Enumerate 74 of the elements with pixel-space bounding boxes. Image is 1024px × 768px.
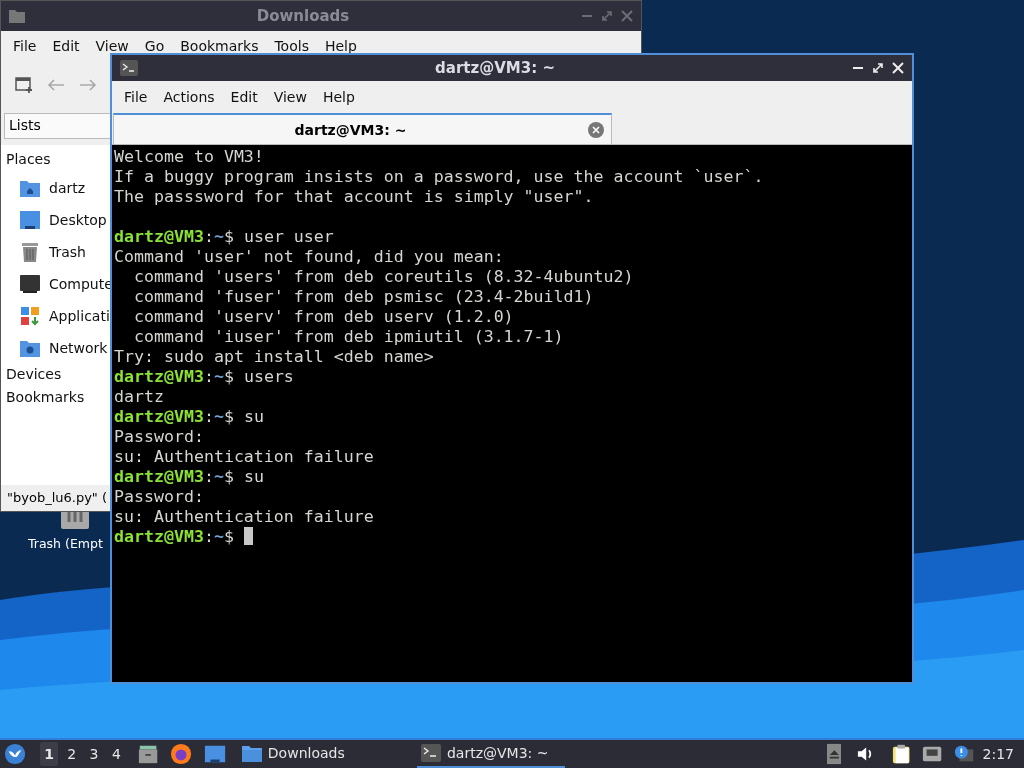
menu-item[interactable]: File xyxy=(116,88,156,105)
terminal-output-line: su: Authentication failure xyxy=(114,507,375,527)
window-title: Downloads xyxy=(255,7,351,25)
terminal-output-line: command 'iuser' from deb ipmiutil (3.1.7-1) xyxy=(132,327,565,347)
terminal-output-line: dartz xyxy=(114,387,165,407)
workspace-switcher-button[interactable]: 3 xyxy=(84,742,104,766)
terminal-prompt-line: dartz@VM3:~$ users xyxy=(114,367,295,387)
menu-item[interactable]: Tools xyxy=(266,38,317,54)
terminal-icon xyxy=(421,744,441,762)
workspace-switcher-button[interactable]: 2 xyxy=(62,742,81,766)
computer-icon xyxy=(19,274,41,294)
terminal-output-line: If a buggy program insists on a password, use the account `user`. xyxy=(114,167,765,187)
terminal-output-line: Welcome to VM3! xyxy=(114,147,265,167)
menu-item[interactable]: Help xyxy=(316,38,365,54)
menu-item[interactable]: View xyxy=(87,38,137,54)
terminal-prompt-line: dartz@VM3:~$ su xyxy=(114,407,265,427)
place-item[interactable]: dartz xyxy=(1,172,86,204)
folder-icon xyxy=(241,744,262,762)
network-folder-icon xyxy=(19,338,41,358)
place-item[interactable]: Compute xyxy=(1,268,113,300)
workspace-switcher-button[interactable]: 4 xyxy=(107,742,126,766)
place-item[interactable]: Trash xyxy=(1,236,86,268)
terminal-output-line: command 'fuser' from deb psmisc (23.4-2build1) xyxy=(132,287,595,307)
terminal-output-line: su: Authentication failure xyxy=(114,447,375,467)
terminal-output-line: command 'users' from deb coreutils (8.32-4ubuntu2) xyxy=(132,267,635,287)
terminal-output-line: Command 'user' not found, did you mean: xyxy=(114,247,505,267)
menu-item[interactable]: Actions xyxy=(155,88,223,105)
place-item[interactable]: Network xyxy=(1,332,108,364)
clock[interactable]: 2:17 xyxy=(982,746,1015,762)
terminal-tab[interactable]: dartz@VM3: ~ xyxy=(113,113,612,144)
browser-icon[interactable] xyxy=(169,742,192,766)
terminal-output-line: Try: sudo apt install <deb name> xyxy=(114,347,435,367)
folder-icon xyxy=(9,9,25,23)
file-cabinet-icon[interactable] xyxy=(137,743,158,765)
menu-item[interactable]: Help xyxy=(314,88,363,105)
side-pane-view-select[interactable]: Lists xyxy=(4,113,112,139)
close-icon[interactable] xyxy=(892,62,904,74)
desktop-icon[interactable] xyxy=(203,744,226,764)
menu-item[interactable]: Bookmarks xyxy=(172,38,267,54)
menu-item[interactable]: Go xyxy=(136,38,173,54)
side-pane-heading: Devices xyxy=(5,365,63,384)
window-title: dartz@VM3: ~ xyxy=(434,59,556,77)
start-menu-icon[interactable] xyxy=(4,742,27,766)
workspace-switcher-button[interactable]: 1 xyxy=(40,742,59,766)
new-tab-icon[interactable] xyxy=(15,76,33,94)
side-pane-heading: Places xyxy=(5,150,52,169)
home-folder-icon xyxy=(19,178,41,198)
terminal-prompt-line: dartz@VM3:~$ su xyxy=(114,467,265,487)
terminal-output-line: The passsword for that account is simply "user". xyxy=(114,187,595,207)
menu-item[interactable]: Edit xyxy=(44,38,88,54)
menu-item[interactable]: Edit xyxy=(222,88,266,105)
place-item[interactable]: Applicati xyxy=(1,300,110,332)
terminal-output-line: Password: xyxy=(114,427,205,447)
update-notifier-icon[interactable] xyxy=(954,744,975,764)
trash-icon xyxy=(19,241,41,263)
terminal-prompt-line: dartz@VM3:~$ user user xyxy=(114,227,335,247)
network-icon[interactable] xyxy=(922,745,943,763)
terminal-output-line: command 'userv' from deb userv (1.2.0) xyxy=(132,307,515,327)
menu-item[interactable]: View xyxy=(265,88,315,105)
applications-icon xyxy=(19,305,41,327)
volume-icon[interactable] xyxy=(857,745,874,763)
clipboard-icon[interactable] xyxy=(891,743,911,765)
side-pane-heading: Bookmarks xyxy=(5,388,86,407)
desktop-icon xyxy=(19,210,41,230)
desktop-icon-label[interactable]: Trash (Empt xyxy=(28,536,103,551)
maximize-icon[interactable] xyxy=(872,62,884,74)
menu-item[interactable]: File xyxy=(5,38,45,54)
terminal-output-line: Password: xyxy=(114,487,205,507)
terminal-icon xyxy=(120,60,138,76)
taskbar-task-button[interactable]: dartz@VM3: ~ xyxy=(417,740,565,768)
eject-icon[interactable] xyxy=(826,743,842,765)
taskbar-task-button[interactable]: Downloads xyxy=(237,740,413,768)
terminal-prompt-line: dartz@VM3:~$ xyxy=(114,527,910,547)
place-item[interactable]: Desktop xyxy=(1,204,107,236)
